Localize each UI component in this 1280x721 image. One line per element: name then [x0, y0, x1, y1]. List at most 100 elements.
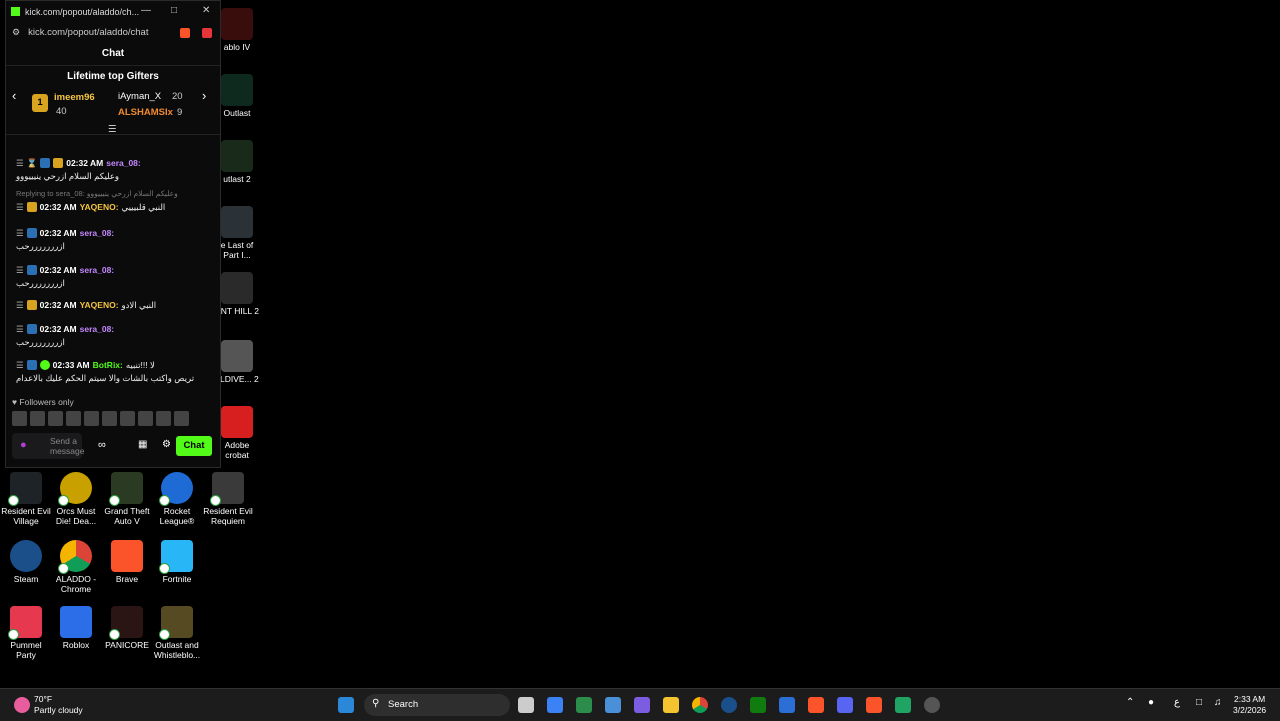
volume-icon[interactable]: ♫	[1214, 697, 1222, 708]
chat-message[interactable]: ☰ 02:32 AM sera_08: ازرررررررحب	[16, 323, 212, 348]
desktop-icon-roblox[interactable]: Roblox	[51, 606, 101, 650]
maximize-button[interactable]: □	[171, 5, 177, 16]
clock-date[interactable]: 3/2/2026	[1233, 705, 1266, 715]
message-input[interactable]: ● Send a message	[12, 433, 85, 459]
pin-icon[interactable]: ☰	[16, 228, 24, 239]
brave-window-icon[interactable]	[866, 697, 882, 713]
task-view-icon[interactable]	[518, 697, 534, 713]
message-username[interactable]: YAQENO:	[80, 202, 119, 212]
settings-icon[interactable]: ⚙	[162, 439, 171, 450]
emote-icon[interactable]	[156, 411, 171, 426]
emote-icon[interactable]	[120, 411, 135, 426]
emote-icon[interactable]	[138, 411, 153, 426]
filter-icon[interactable]: ☰	[108, 124, 117, 135]
gifter-name[interactable]: iAyman_X	[118, 91, 161, 102]
site-settings-icon[interactable]: ⚙	[12, 27, 20, 38]
emote-icon[interactable]	[48, 411, 63, 426]
weather-icon[interactable]	[14, 697, 30, 713]
pin-icon[interactable]: ☰	[16, 202, 24, 213]
message-username[interactable]: sera_08:	[80, 324, 115, 334]
timeout-icon[interactable]: ⌛	[27, 158, 38, 169]
start-icon[interactable]	[338, 697, 354, 713]
emote-icon[interactable]	[66, 411, 81, 426]
message-username[interactable]: YAQENO:	[80, 300, 119, 310]
chat-message[interactable]: ☰ 02:32 AM YAQENO: النبي الادو	[16, 299, 212, 311]
gifter-name[interactable]: imeem96	[54, 92, 95, 103]
chevron-up-icon[interactable]: ⌃	[1126, 697, 1134, 708]
emote-icon[interactable]	[84, 411, 99, 426]
gifter-name[interactable]: ALSHAMSIx	[118, 107, 173, 118]
chat-message[interactable]: ☰ 02:33 AM BotRix: لا !!!تنبيه تريص واكت…	[16, 359, 212, 384]
language-indicator[interactable]: ع	[1174, 697, 1180, 708]
xbox-icon[interactable]	[576, 697, 592, 713]
chat-message[interactable]: ☰ ⌛ 02:32 AM sera_08: وعليكم السلام ازرح…	[16, 157, 212, 182]
microphone-icon[interactable]: ●	[1148, 697, 1154, 708]
minimize-button[interactable]: —	[141, 5, 151, 16]
xbox-app-icon[interactable]	[750, 697, 766, 713]
brave-shield-icon[interactable]	[180, 27, 190, 38]
microphone-icon[interactable]: ●	[20, 439, 27, 451]
pin-icon[interactable]: ☰	[16, 300, 24, 311]
pin-icon[interactable]: ☰	[16, 158, 24, 169]
message-username[interactable]: BotRix:	[93, 360, 123, 370]
taskbar: 70°F Partly cloudy ⚲ Search ⌃ ● ع □ ♫ 2:…	[0, 688, 1280, 721]
brave-rewards-icon[interactable]	[202, 27, 212, 38]
store-icon[interactable]	[605, 697, 621, 713]
desktop-icon-chrome[interactable]: ALADDO - Chrome	[51, 540, 101, 594]
desktop-icon-pummel-party[interactable]: Pummel Party	[1, 606, 51, 660]
address-bar[interactable]: ⚙ kick.com/popout/aladdo/chat	[6, 22, 220, 43]
discord-icon[interactable]	[837, 697, 853, 713]
desktop-icon-steam[interactable]: Steam	[1, 540, 51, 584]
search-label: Search	[388, 699, 419, 710]
gifters-prev-icon[interactable]: ‹	[12, 88, 16, 103]
message-placeholder: Send a message	[50, 436, 85, 456]
window-titlebar[interactable]: kick.com/popout/aladdo/ch... — □ ✕	[6, 1, 220, 22]
desktop-icon-re-village[interactable]: Resident Evil Village	[1, 472, 51, 526]
emote-picker-icon[interactable]: ∞	[98, 439, 106, 451]
desktop-icon-gta-v[interactable]: Grand Theft Auto V	[102, 472, 152, 526]
store-icon[interactable]: ▦	[138, 439, 147, 450]
obs-icon[interactable]	[924, 697, 940, 713]
chrome-icon[interactable]	[692, 697, 708, 713]
chat-message[interactable]: Replying to sera_08: وعليكم السلام ازرحي…	[16, 189, 212, 213]
clock-time[interactable]: 2:33 AM	[1234, 694, 1265, 704]
pin-icon[interactable]: ☰	[16, 360, 24, 371]
message-username[interactable]: sera_08:	[80, 228, 115, 238]
badge-icon	[26, 324, 37, 334]
desktop-icon-rocket-league[interactable]: Rocket League®	[152, 472, 202, 526]
pin-icon[interactable]: ☰	[16, 324, 24, 335]
desktop-icon-orcs-must-die[interactable]: Orcs Must Die! Dea...	[51, 472, 101, 526]
chat-message[interactable]: ☰ 02:32 AM sera_08: ازرررررررحب	[16, 227, 212, 252]
rank-badge: 1	[32, 94, 48, 112]
message-text: ازرررررررحب	[16, 278, 65, 288]
emote-icon[interactable]	[12, 411, 27, 426]
app-icon[interactable]	[634, 697, 650, 713]
notepad-icon[interactable]	[779, 697, 795, 713]
widgets-icon[interactable]	[547, 697, 563, 713]
crown-badge-icon	[53, 158, 64, 168]
emote-icon[interactable]	[174, 411, 189, 426]
emote-icon[interactable]	[102, 411, 117, 426]
desktop-icon-fortnite[interactable]: Fortnite	[152, 540, 202, 584]
file-explorer-icon[interactable]	[663, 697, 679, 713]
emote-icon[interactable]	[30, 411, 45, 426]
message-username[interactable]: sera_08:	[106, 158, 141, 168]
brave-icon[interactable]	[808, 697, 824, 713]
pin-icon[interactable]: ☰	[16, 265, 24, 276]
steam-icon[interactable]	[721, 697, 737, 713]
search-box[interactable]: ⚲ Search	[364, 694, 510, 716]
close-button[interactable]: ✕	[202, 5, 210, 16]
gifter-count: 9	[177, 107, 183, 118]
desktop-icon-brave[interactable]: Brave	[102, 540, 152, 584]
app-icon[interactable]	[895, 697, 911, 713]
desktop-icon-panicore[interactable]: PANICORE	[102, 606, 152, 650]
crown-badge-icon	[26, 300, 37, 310]
desktop-icon-outlast-whistleblower[interactable]: Outlast and Whistleblo...	[152, 606, 202, 660]
desktop-icon-re-requiem[interactable]: Resident Evil Requiem	[203, 472, 253, 526]
gifters-title: Lifetime top Gifters	[67, 71, 159, 82]
send-chat-button[interactable]: Chat	[176, 436, 212, 456]
network-icon[interactable]: □	[1196, 697, 1202, 708]
chat-message[interactable]: ☰ 02:32 AM sera_08: ازرررررررحب	[16, 264, 212, 289]
message-username[interactable]: sera_08:	[80, 265, 115, 275]
gifters-next-icon[interactable]: ›	[202, 88, 206, 103]
